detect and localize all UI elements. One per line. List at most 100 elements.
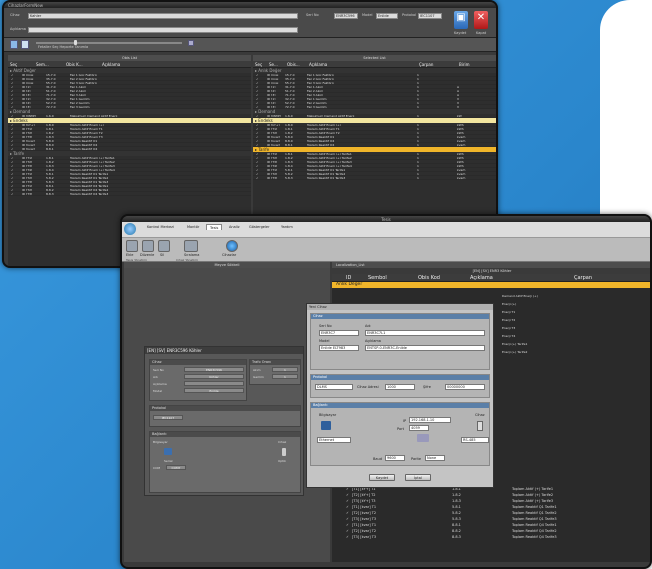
app-orb-icon[interactable] <box>124 223 136 235</box>
group-anlik-deger[interactable]: Anlık Değer <box>332 282 650 288</box>
dialog-adi-input[interactable]: ENR3C7L1 <box>365 330 485 336</box>
col-birim[interactable]: Birim <box>457 61 487 67</box>
list-item[interactable]: Enerji (+) Tarife1 <box>502 342 650 347</box>
list-item[interactable]: Enerji (+) Tarife2 <box>502 350 650 355</box>
col-obis[interactable]: Obis K... <box>64 61 100 67</box>
ribbon-tabs: Kontrol Merkezi Montör Tesis Analiz Göst… <box>122 222 650 238</box>
dialog-rs485-select[interactable]: RS-485 <box>461 437 489 443</box>
tab-analiz[interactable]: Analiz <box>226 224 243 230</box>
info-com-field: COM7 <box>166 465 186 470</box>
dialog-cihaz-label: Cihaz <box>475 413 485 417</box>
dialog-iptal-button[interactable]: İptal <box>405 474 431 481</box>
col-sembol[interactable]: Se... <box>267 61 285 67</box>
tab-gostergeler[interactable]: Göstergeler <box>246 224 273 230</box>
tab-kontrol-merkezi[interactable]: Kontrol Merkezi <box>144 224 177 230</box>
col-sembol[interactable]: Sem... <box>34 61 64 67</box>
table-row[interactable]: ✓ ID [T3] 5.8.3 Toplam Reaktif Q1 Tarife3 1 k… <box>253 176 496 180</box>
col-obis-kod[interactable]: Obis Kod <box>412 274 464 281</box>
dialog-ethernet-select[interactable]: Ethernet <box>317 437 351 443</box>
model-label: Model <box>362 13 373 17</box>
dialog-port-input[interactable]: 4059 <box>409 425 429 431</box>
list-item[interactable]: Enerji T3 <box>502 326 650 331</box>
col-carpan[interactable]: Çarpan <box>417 61 457 67</box>
info-com-label: COM <box>153 466 161 470</box>
dialog-cihaz-adresi-input[interactable]: 1000 <box>385 384 415 390</box>
localization-bottom-rows: ✓ [T1] [kY+] T1 1.8.1 Toplam Aktif (+) Tari… <box>332 486 650 540</box>
dialog-baud-select[interactable]: 9600 <box>385 455 405 461</box>
device-info-box: [EN] [SV] ENR3C596 Köhler Cihaz Seri No … <box>144 346 304 496</box>
info-cihaz-section: Cihaz Seri No ENR3C596 Adı Köhler Açıkla… <box>149 359 247 401</box>
info-baglanti-title: Bağlantı <box>150 432 300 437</box>
info-serial-label: Serial <box>164 459 173 463</box>
col-aciklama[interactable]: Açıklama <box>100 61 200 67</box>
list-item[interactable]: Enerji T2 <box>502 318 650 323</box>
model-field[interactable]: Enilde <box>376 13 398 19</box>
filter-slider[interactable] <box>36 42 182 44</box>
dialog-aciklama-input[interactable]: ENTSP-0-ENR3C-Enilde <box>365 345 485 351</box>
info-protokol-section: Protokol IEC1107 <box>149 405 301 427</box>
dialog-seri-no-label: Seri No <box>319 324 332 328</box>
aciklama-field[interactable] <box>28 27 298 33</box>
selected-list-body: ▸ Anlık Değer ✓ ID Cinsi 15.7.0 Faz 1 Güç Fa… <box>253 68 496 180</box>
close-label: Kapat <box>476 31 487 35</box>
info-optik-label: Optik <box>278 459 287 463</box>
cihaz-field[interactable]: Kahler <box>28 13 298 19</box>
dialog-protokol-title: Protokol <box>311 375 489 380</box>
col-sec[interactable]: Seç <box>8 61 34 67</box>
info-gerilim-field: 1 <box>272 374 298 379</box>
close-icon: ✕ <box>476 12 486 23</box>
info-seri-no-label: Seri No <box>153 368 164 372</box>
new-device-dialog: Yeni Cihaz Cihaz Seri No ENR3C7 Adı ENR3… <box>306 303 494 488</box>
table-row[interactable]: ✓ [T3] [kvar] T3 8.8.3 Toplam Reaktif Q4 Ta… <box>332 534 650 540</box>
ribbon-toolbar: Ekle Düzenle Sil Sıralama Cihazlar Tesis… <box>122 238 650 262</box>
tab-yardim[interactable]: Yardım <box>278 224 296 230</box>
col-id[interactable]: ID <box>332 274 362 281</box>
close-button[interactable]: ✕ <box>474 11 488 29</box>
info-cihaz-label: Cihaz <box>278 440 287 444</box>
sort-icon[interactable] <box>184 240 198 252</box>
dialog-cihaz-adresi-label: Cihaz Adresi <box>357 385 379 389</box>
dialog-cihaz-section: Cihaz Seri No ENR3C7 Adı ENR3C7L1 Model … <box>310 313 490 370</box>
list-item[interactable]: Enerji (+) <box>502 302 650 307</box>
tab-montor[interactable]: Montör <box>184 224 202 230</box>
dialog-seri-no-input[interactable]: ENR3C7 <box>319 330 359 336</box>
save-button[interactable]: ▣ <box>454 11 468 29</box>
list-item[interactable]: Enerji T1 <box>502 310 650 315</box>
col-sec[interactable]: Seç <box>253 61 267 67</box>
table-cell: ✓ <box>346 535 349 539</box>
dialog-kaydet-button[interactable]: Kaydet <box>369 474 395 481</box>
info-protokol-title: Protokol <box>150 406 300 411</box>
edit-icon[interactable] <box>142 240 154 252</box>
grid-view-icon[interactable] <box>21 40 29 49</box>
dialog-ip-input[interactable]: 192.168.1.10 <box>409 417 451 423</box>
dialog-model-select[interactable]: Enilde ELT983 <box>319 345 359 351</box>
protokol-field[interactable]: IEC1107 <box>418 13 442 19</box>
info-trafo-section: Trafo Oranı Akım 1 Gerilim 1 <box>249 359 301 385</box>
dialog-port-label: Port <box>397 427 404 431</box>
dialog-baglanti-title: Bağlantı <box>311 403 489 408</box>
col-aciklama[interactable]: Açıklama <box>307 61 417 67</box>
tab-tesis[interactable]: Tesis <box>206 224 223 230</box>
list-item[interactable]: Demand Aktif Enerji (+) <box>502 294 650 299</box>
seri-no-label: Seri No <box>306 13 319 17</box>
col-carpan[interactable]: Çarpan <box>564 274 614 281</box>
network-icon <box>417 434 429 442</box>
devices-icon[interactable] <box>226 240 238 252</box>
filter-icon[interactable] <box>188 40 194 46</box>
dialog-protokol-select[interactable]: DLMS <box>315 384 353 390</box>
col-sembol[interactable]: Sembol <box>362 274 412 281</box>
col-obis[interactable]: Obis... <box>285 61 307 67</box>
tesis-window: Tesis Kontrol Merkezi Montör Tesis Anali… <box>120 214 652 569</box>
add-icon[interactable] <box>126 240 138 252</box>
delete-icon[interactable] <box>158 240 170 252</box>
dialog-parite-select[interactable]: None <box>425 455 445 461</box>
col-aciklama[interactable]: Açıklama <box>464 274 564 281</box>
list-item[interactable]: Enerji T4 <box>502 334 650 339</box>
seri-no-field[interactable]: ENR3C596 <box>334 13 358 19</box>
dialog-sifre-input[interactable]: 00000000 <box>445 384 485 390</box>
table-row[interactable]: ✓ ID [T3] 8.8.3 Toplam Reaktif Q4 Tarife3 <box>8 192 251 196</box>
list-view-icon[interactable] <box>10 40 18 49</box>
info-akim-label: Akım <box>253 368 261 372</box>
table-cell: [T3] [kvar] T3 <box>352 535 377 539</box>
device-info-title: [EN] [SV] ENR3C596 Köhler <box>145 347 303 354</box>
